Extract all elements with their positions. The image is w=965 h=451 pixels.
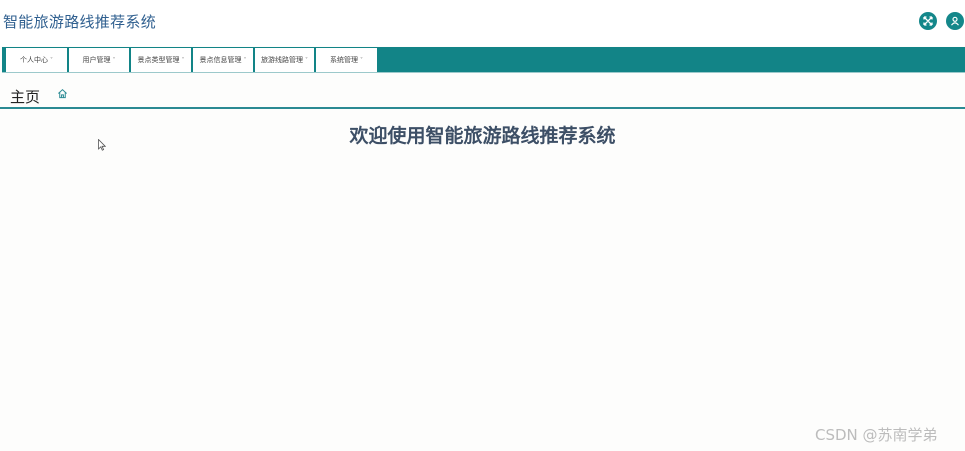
nav-item-label: 个人中心 bbox=[20, 56, 48, 64]
top-header: 智能旅游路线推荐系统 bbox=[0, 0, 965, 46]
chevron-down-icon: ˅ bbox=[181, 56, 185, 64]
home-icon[interactable] bbox=[57, 88, 68, 99]
breadcrumb-home-label[interactable]: 主页 bbox=[10, 86, 40, 107]
app-title: 智能旅游路线推荐系统 bbox=[3, 13, 157, 31]
main-nav: 个人中心 ˅ 用户管理 ˅ 景点类型管理 ˅ 景点信息管理 ˅ 旅游线路管理 ˅ 系统管理… bbox=[2, 47, 965, 73]
welcome-heading: 欢迎使用智能旅游路线推荐系统 bbox=[349, 125, 616, 147]
watermark-text: CSDN @苏南学弟 bbox=[815, 426, 938, 444]
nav-item-label: 系统管理 bbox=[330, 56, 358, 64]
nav-item-personal-center[interactable]: 个人中心 ˅ bbox=[6, 48, 67, 72]
chevron-down-icon: ˅ bbox=[50, 56, 53, 64]
nav-item-attraction-info-management[interactable]: 景点信息管理 ˅ bbox=[193, 48, 253, 72]
user-icon[interactable] bbox=[946, 12, 964, 30]
chevron-down-icon: ˅ bbox=[305, 56, 308, 64]
fullscreen-icon[interactable] bbox=[919, 12, 937, 30]
chevron-down-icon: ˅ bbox=[243, 56, 247, 64]
chevron-down-icon: ˅ bbox=[112, 56, 116, 64]
nav-item-label: 用户管理 bbox=[82, 56, 111, 64]
breadcrumb: 主页 bbox=[0, 78, 965, 109]
nav-item-system-management[interactable]: 系统管理 ˅ bbox=[316, 48, 377, 72]
nav-item-user-management[interactable]: 用户管理 ˅ bbox=[69, 48, 129, 72]
nav-item-attraction-type-management[interactable]: 景点类型管理 ˅ bbox=[131, 48, 191, 72]
mouse-cursor-icon bbox=[98, 139, 106, 151]
nav-item-label: 景点类型管理 bbox=[137, 56, 180, 64]
nav-item-route-management[interactable]: 旅游线路管理 ˅ bbox=[255, 48, 314, 72]
nav-item-label: 旅游线路管理 bbox=[261, 56, 303, 64]
chevron-down-icon: ˅ bbox=[360, 56, 363, 64]
nav-item-label: 景点信息管理 bbox=[199, 56, 242, 64]
